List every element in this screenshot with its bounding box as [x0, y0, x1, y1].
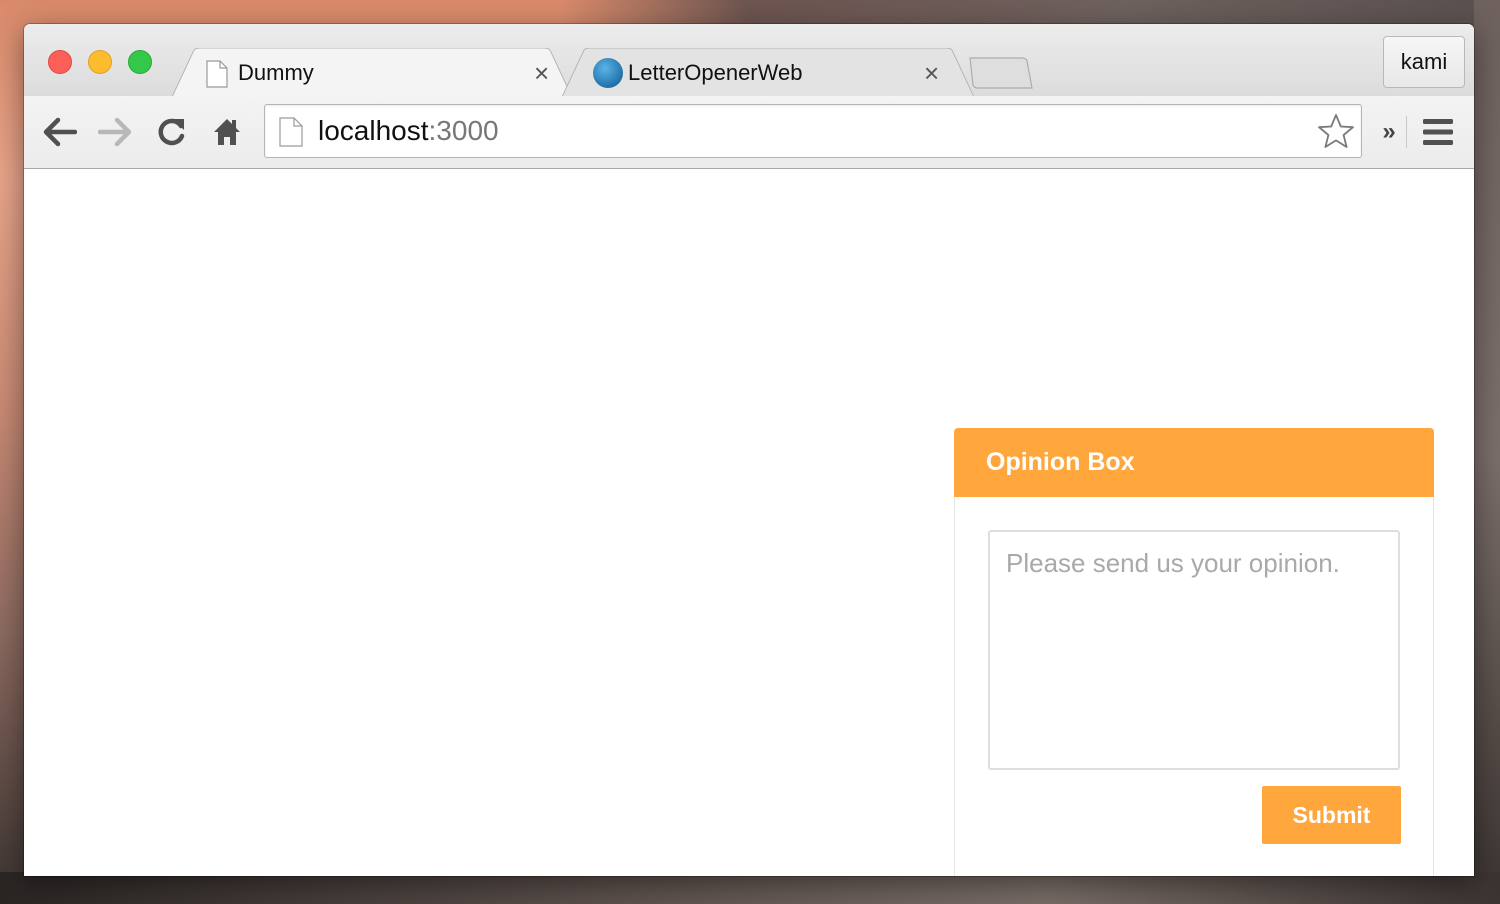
address-bar[interactable]: localhost:3000: [264, 104, 1362, 158]
url-host: localhost: [318, 115, 429, 146]
tab-close-icon[interactable]: ×: [534, 60, 549, 86]
tab-dummy[interactable]: Dummy ×: [172, 48, 572, 97]
new-tab-button[interactable]: [966, 56, 1034, 90]
opinion-box-header: Opinion Box: [954, 428, 1434, 497]
extensions-overflow-icon[interactable]: »: [1376, 114, 1402, 150]
tab-strip: Dummy × LetterOpenerWeb × kami: [24, 24, 1474, 97]
globe-icon: [593, 58, 623, 88]
menu-icon[interactable]: [1420, 114, 1456, 150]
tab-title: Dummy: [238, 59, 314, 85]
opinion-box: Opinion Box Submit: [954, 428, 1434, 876]
toolbar-divider: [1406, 116, 1407, 148]
back-button[interactable]: [42, 114, 78, 150]
url-text[interactable]: localhost:3000: [318, 105, 499, 157]
desktop-background-bottom: [0, 872, 1500, 904]
back-arrow-icon: [43, 117, 77, 147]
browser-toolbar: localhost:3000 »: [24, 96, 1474, 169]
profile-button[interactable]: kami: [1383, 36, 1465, 88]
tab-letteropenerweb[interactable]: LetterOpenerWeb ×: [562, 48, 974, 97]
url-port: :3000: [428, 115, 499, 146]
forward-button[interactable]: [97, 114, 133, 150]
forward-arrow-icon: [98, 117, 132, 147]
bookmark-star-icon[interactable]: [1317, 113, 1355, 149]
reload-button[interactable]: [153, 114, 189, 150]
reload-icon: [158, 118, 185, 146]
home-button[interactable]: [209, 114, 245, 150]
home-icon: [214, 119, 240, 145]
submit-button[interactable]: Submit: [1262, 786, 1401, 844]
desktop-background-right: [1474, 0, 1500, 904]
browser-window: Dummy × LetterOpenerWeb × kami localhost…: [24, 24, 1474, 876]
opinion-box-title: Opinion Box: [986, 448, 1135, 476]
tab-title: LetterOpenerWeb: [628, 59, 803, 85]
window-maximize-button[interactable]: [128, 50, 152, 74]
opinion-textarea[interactable]: [988, 530, 1400, 770]
page-icon: [279, 117, 303, 147]
page-icon: [206, 60, 228, 88]
page-content: Opinion Box Submit: [24, 169, 1474, 876]
window-close-button[interactable]: [48, 50, 72, 74]
window-minimize-button[interactable]: [88, 50, 112, 74]
tab-close-icon[interactable]: ×: [924, 60, 939, 86]
